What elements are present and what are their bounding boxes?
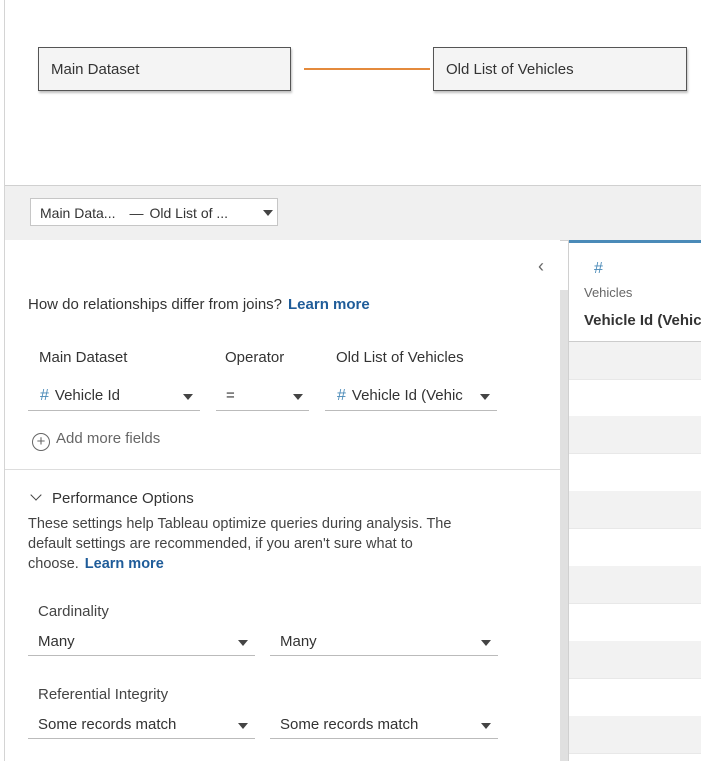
chevron-down-icon bbox=[263, 210, 273, 216]
grid-column-header[interactable]: Vehicle Id (Vehic bbox=[584, 312, 701, 329]
number-icon: # bbox=[40, 387, 49, 404]
chevron-down-icon bbox=[30, 489, 42, 501]
chevron-down-icon bbox=[238, 640, 248, 646]
table-row bbox=[569, 379, 701, 417]
chevron-down-icon bbox=[481, 640, 491, 646]
data-grid[interactable]: # Vehicles Vehicle Id (Vehic bbox=[568, 240, 701, 761]
number-icon: # bbox=[337, 387, 346, 404]
operator-dropdown[interactable]: = bbox=[216, 382, 309, 411]
table-name: Main Dataset bbox=[51, 61, 140, 78]
chevron-down-icon bbox=[238, 723, 248, 729]
table-row bbox=[569, 641, 701, 679]
collapse-panel-icon[interactable]: ‹ bbox=[538, 256, 544, 277]
table-row bbox=[569, 342, 701, 380]
performance-title: Performance Options bbox=[52, 490, 194, 507]
integrity-left-dropdown[interactable]: Some records match bbox=[28, 711, 255, 739]
table-row bbox=[569, 416, 701, 454]
operator-value: = bbox=[226, 387, 235, 404]
table-main-dataset[interactable]: Main Dataset bbox=[38, 47, 291, 91]
left-field-dropdown[interactable]: # Vehicle Id bbox=[28, 382, 200, 411]
table-old-list-of-vehicles[interactable]: Old List of Vehicles bbox=[433, 47, 687, 91]
right-field-value: Vehicle Id (Vehic bbox=[351, 387, 463, 404]
cardinality-left-dropdown[interactable]: Many bbox=[28, 628, 255, 656]
relationship-canvas[interactable]: Main Dataset Old List of Vehicles bbox=[5, 0, 701, 185]
chevron-down-icon bbox=[183, 394, 193, 400]
relationship-select[interactable]: Main Data... — Old List of ... bbox=[30, 198, 278, 226]
cardinality-right-value: Many bbox=[280, 633, 317, 650]
cardinality-right-dropdown[interactable]: Many bbox=[270, 628, 498, 656]
cardinality-left-value: Many bbox=[38, 633, 75, 650]
operator-header: Operator bbox=[225, 349, 285, 366]
integrity-right-dropdown[interactable]: Some records match bbox=[270, 711, 498, 739]
right-table-header: Old List of Vehicles bbox=[336, 349, 464, 366]
left-field-value: Vehicle Id bbox=[54, 387, 120, 404]
table-row bbox=[569, 604, 701, 642]
table-row bbox=[569, 566, 701, 604]
panel-scrollbar[interactable] bbox=[560, 290, 568, 761]
left-table-header: Main Dataset bbox=[39, 349, 128, 366]
add-more-fields-button[interactable]: + Add more fields bbox=[32, 430, 160, 451]
integrity-right-value: Some records match bbox=[280, 716, 419, 733]
performance-options-toggle[interactable]: Performance Options bbox=[28, 489, 194, 507]
add-more-label: Add more fields bbox=[56, 430, 161, 447]
right-field-dropdown[interactable]: # Vehicle Id (Vehic bbox=[325, 382, 497, 411]
chevron-down-icon bbox=[480, 394, 490, 400]
performance-description: These settings help Tableau optimize que… bbox=[28, 514, 498, 574]
grid-column-source: Vehicles bbox=[584, 285, 633, 300]
edit-relationship-panel: ‹ How do relationships differ from joins… bbox=[5, 240, 560, 761]
relationship-left: Main Data... bbox=[40, 205, 116, 221]
relationships-help: How do relationships differ from joins? L… bbox=[28, 296, 370, 313]
table-row bbox=[569, 454, 701, 492]
referential-integrity-label: Referential Integrity bbox=[38, 686, 169, 703]
relationship-bar: Main Data... — Old List of ... bbox=[5, 185, 701, 241]
cardinality-label: Cardinality bbox=[38, 603, 109, 620]
table-row bbox=[569, 491, 701, 529]
chevron-down-icon bbox=[293, 394, 303, 400]
table-name: Old List of Vehicles bbox=[446, 61, 574, 78]
relationship-right: Old List of ... bbox=[149, 205, 229, 221]
chevron-down-icon bbox=[481, 723, 491, 729]
help-question: How do relationships differ from joins? bbox=[28, 296, 283, 313]
relationship-separator: — bbox=[129, 205, 144, 221]
table-row bbox=[569, 716, 701, 754]
number-icon: # bbox=[594, 260, 603, 277]
section-divider bbox=[5, 469, 560, 470]
relationship-connector[interactable] bbox=[304, 68, 430, 70]
plus-icon: + bbox=[32, 433, 50, 451]
integrity-left-value: Some records match bbox=[38, 716, 177, 733]
table-row bbox=[569, 679, 701, 717]
table-row bbox=[569, 529, 701, 567]
performance-learn-more-link[interactable]: Learn more bbox=[85, 556, 164, 572]
grid-selected-indicator bbox=[569, 240, 701, 243]
learn-more-link[interactable]: Learn more bbox=[288, 296, 370, 313]
